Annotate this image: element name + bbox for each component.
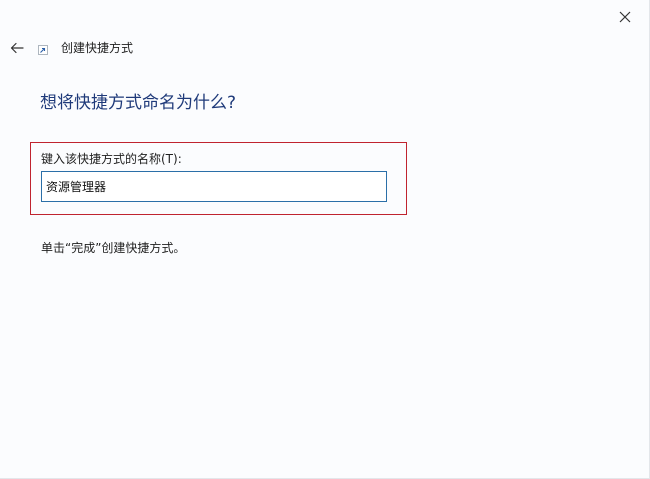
finish-hint: 单击“完成”创建快捷方式。 — [41, 241, 186, 255]
shortcut-name-label: 键入该快捷方式的名称(T): — [41, 152, 182, 166]
close-button[interactable] — [613, 6, 637, 28]
create-shortcut-window: 创建快捷方式 想将快捷方式命名为什么? 键入该快捷方式的名称(T): 单击“完成… — [0, 0, 650, 479]
back-arrow-icon — [10, 42, 24, 54]
wizard-title: 创建快捷方式 — [61, 41, 134, 55]
shortcut-name-input[interactable] — [41, 171, 387, 202]
page-question: 想将快捷方式命名为什么? — [40, 93, 237, 113]
close-icon — [619, 11, 631, 23]
shortcut-icon — [38, 45, 48, 55]
back-button[interactable] — [6, 38, 28, 58]
